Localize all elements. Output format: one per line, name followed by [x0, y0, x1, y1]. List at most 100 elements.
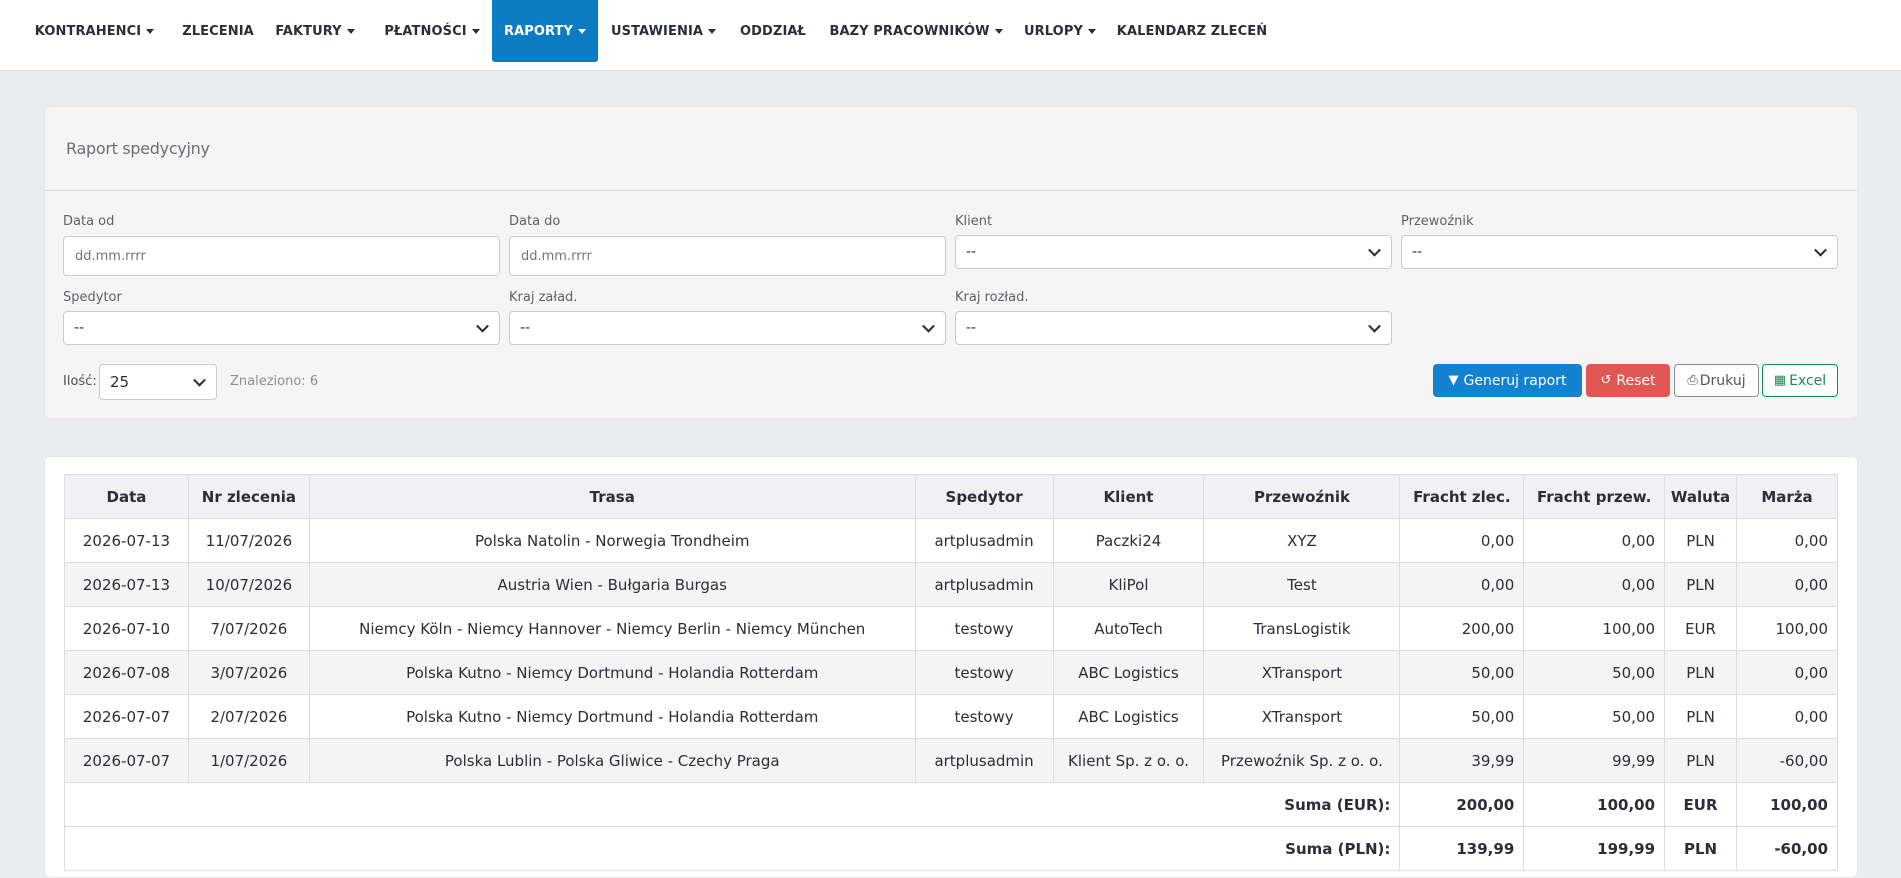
chevron-down-icon	[1368, 319, 1381, 333]
unloading-country-select[interactable]: --	[955, 311, 1392, 345]
cell-carrier-freight: 0,00	[1523, 562, 1666, 607]
cell-margin: 100,00	[1736, 606, 1838, 651]
cell-order-number: 1/07/2026	[187, 738, 310, 783]
column-header[interactable]: Klient	[1052, 474, 1205, 519]
cell-date: 2026-07-07	[64, 694, 189, 739]
cell-date: 2026-07-08	[64, 650, 189, 695]
cell-forwarder: artplusadmin	[914, 738, 1054, 783]
cell-route: Polska Lublin - Polska Gliwice - Czechy …	[308, 738, 916, 783]
cell-route: Polska Kutno - Niemcy Dortmund - Holandi…	[308, 650, 916, 695]
sum-currency: PLN	[1664, 826, 1737, 871]
cell-margin: 0,00	[1736, 650, 1838, 695]
report-results-card: Data Nr zlecenia Trasa Spedytor Klient P…	[44, 456, 1858, 878]
sum-order-freight: 139,99	[1399, 826, 1525, 871]
nav-item-zlecenia[interactable]: ZLECENIA	[180, 0, 256, 62]
cell-route: Polska Kutno - Niemcy Dortmund - Holandi…	[308, 694, 916, 739]
cell-order-number: 11/07/2026	[187, 518, 310, 563]
cell-route: Niemcy Köln - Niemcy Hannover - Niemcy B…	[308, 606, 916, 651]
table-row[interactable]: 2026-07-10 7/07/2026 Niemcy Köln - Niemc…	[64, 606, 1838, 651]
nav-item-label: USTAWIENIA	[610, 23, 704, 39]
table-row[interactable]: 2026-07-13 11/07/2026 Polska Natolin - N…	[64, 518, 1838, 563]
nav-item-kalendarz-zlecen[interactable]: KALENDARZ ZLECEŃ	[1117, 0, 1267, 62]
column-header[interactable]: Data	[64, 474, 189, 519]
nav-item-faktury[interactable]: FAKTURY	[274, 0, 356, 62]
excel-file-icon: ▦	[1773, 373, 1787, 388]
column-header[interactable]: Waluta	[1664, 474, 1737, 519]
nav-item-urlopy[interactable]: URLOPY	[1024, 0, 1096, 62]
cell-client: AutoTech	[1052, 606, 1205, 651]
button-label: Reset	[1616, 372, 1656, 389]
nav-item-label: RAPORTY	[503, 23, 574, 39]
chevron-down-icon	[578, 28, 587, 34]
cell-client: ABC Logistics	[1052, 650, 1205, 695]
nav-item-raporty[interactable]: RAPORTY	[492, 0, 598, 62]
cell-forwarder: testowy	[914, 606, 1054, 651]
client-select[interactable]: --	[955, 235, 1392, 269]
cell-date: 2026-07-07	[64, 738, 189, 783]
nav-item-platnosci[interactable]: PŁATNOŚCI	[382, 0, 482, 62]
excel-export-button[interactable]: ▦ Excel	[1762, 364, 1838, 397]
carrier-select[interactable]: --	[1401, 235, 1838, 269]
table-row[interactable]: 2026-07-07 1/07/2026 Polska Lublin - Pol…	[64, 738, 1838, 783]
forwarder-select[interactable]: --	[63, 311, 500, 345]
button-label: Drukuj	[1699, 372, 1746, 389]
column-header[interactable]: Fracht przew.	[1523, 474, 1666, 519]
table-row[interactable]: 2026-07-08 3/07/2026 Polska Kutno - Niem…	[64, 650, 1838, 695]
cell-currency: PLN	[1664, 518, 1737, 563]
table-row[interactable]: 2026-07-07 2/07/2026 Polska Kutno - Niem…	[64, 694, 1838, 739]
reset-button[interactable]: ↺ Reset	[1586, 364, 1670, 397]
date-to-input[interactable]	[509, 236, 946, 276]
sum-row-pln: Suma (PLN): 139,99 199,99 PLN -60,00	[63, 826, 1838, 871]
chevron-down-icon	[1814, 243, 1827, 257]
column-header[interactable]: Nr zlecenia	[187, 474, 310, 519]
cell-order-number: 3/07/2026	[187, 650, 310, 695]
sum-carrier-freight: 199,99	[1523, 826, 1666, 871]
nav-item-label: ZLECENIA	[182, 23, 254, 39]
nav-item-ustawienia[interactable]: USTAWIENIA	[610, 0, 717, 62]
sum-carrier-freight: 100,00	[1523, 782, 1666, 827]
nav-item-label: PŁATNOŚCI	[384, 23, 467, 39]
date-from-input[interactable]	[63, 236, 500, 276]
cell-carrier: XTransport	[1203, 650, 1401, 695]
page-size-select[interactable]: 25	[99, 364, 217, 400]
forwarder-label: Spedytor	[63, 290, 122, 305]
nav-item-bazy-pracownikow[interactable]: BAZY PRACOWNIKÓW	[829, 0, 1003, 62]
chevron-down-icon	[346, 28, 355, 34]
column-header[interactable]: Fracht zlec.	[1399, 474, 1525, 519]
cell-forwarder: artplusadmin	[914, 518, 1054, 563]
cell-carrier-freight: 100,00	[1523, 606, 1666, 651]
chevron-down-icon	[476, 319, 489, 333]
button-label: Excel	[1789, 372, 1827, 389]
nav-item-label: URLOPY	[1024, 23, 1083, 39]
select-value: --	[966, 244, 977, 260]
filter-icon: ▼	[1448, 373, 1459, 388]
loading-country-select[interactable]: --	[509, 311, 946, 345]
table-row[interactable]: 2026-07-13 10/07/2026 Austria Wien - Buł…	[64, 562, 1838, 607]
undo-icon: ↺	[1600, 373, 1612, 388]
chevron-down-icon	[1368, 243, 1381, 257]
cell-client: Paczki24	[1052, 518, 1205, 563]
nav-item-label: BAZY PRACOWNIKÓW	[829, 23, 990, 39]
cell-route: Austria Wien - Bułgaria Burgas	[308, 562, 916, 607]
cell-order-freight: 0,00	[1399, 562, 1525, 607]
column-header[interactable]: Trasa	[308, 474, 916, 519]
print-button[interactable]: ⎙ Drukuj	[1674, 364, 1759, 397]
sum-label: Suma (EUR):	[63, 782, 1401, 827]
results-count: Znaleziono: 6	[230, 374, 319, 389]
cell-forwarder: artplusadmin	[914, 562, 1054, 607]
nav-item-oddzial[interactable]: ODDZIAŁ	[738, 0, 808, 62]
nav-item-kontrahenci[interactable]: KONTRAHENCI	[32, 0, 157, 62]
generate-report-button[interactable]: ▼ Generuj raport	[1433, 364, 1582, 397]
cell-date: 2026-07-10	[64, 606, 189, 651]
column-header[interactable]: Przewoźnik	[1203, 474, 1401, 519]
count-label: Ilość:	[63, 374, 97, 389]
nav-item-label: ODDZIAŁ	[739, 23, 806, 39]
column-header[interactable]: Marża	[1736, 474, 1838, 519]
cell-carrier: Test	[1203, 562, 1401, 607]
column-header[interactable]: Spedytor	[914, 474, 1054, 519]
select-value: --	[74, 320, 85, 336]
sum-currency: EUR	[1664, 782, 1737, 827]
cell-margin: 0,00	[1736, 518, 1838, 563]
client-label: Klient	[955, 214, 993, 229]
cell-carrier: XYZ	[1203, 518, 1401, 563]
